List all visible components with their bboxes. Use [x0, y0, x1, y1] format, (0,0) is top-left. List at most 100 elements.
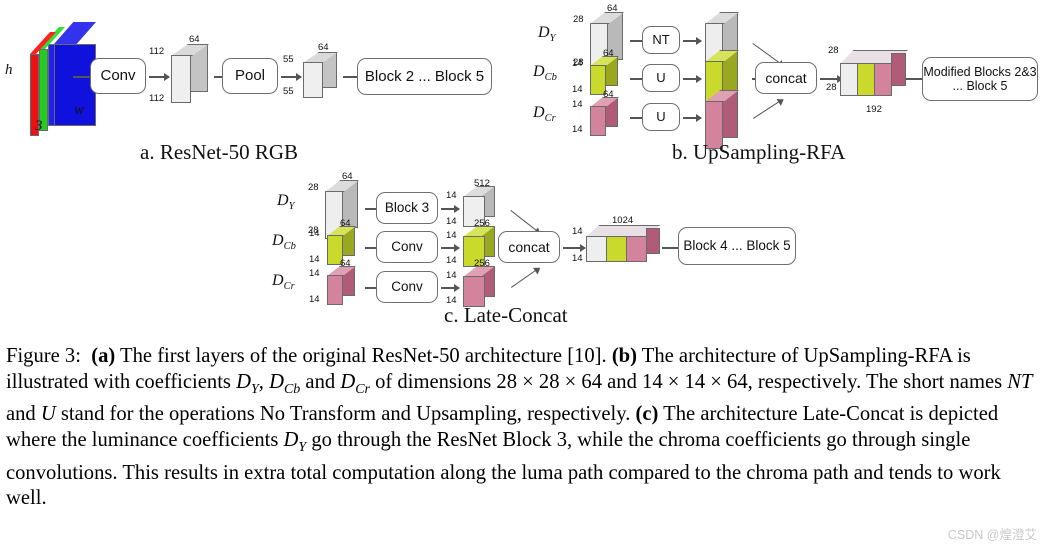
caption-dy-sym-2: DY	[283, 428, 307, 455]
arrow-c-conv-cr-out	[441, 284, 460, 291]
caption-nt: NT	[1007, 370, 1033, 393]
dcr-sym-b: D	[533, 104, 545, 121]
dim-55-bottom: 55	[283, 86, 294, 97]
out-b-luma	[840, 63, 858, 96]
out-c-luma	[586, 236, 607, 262]
label-depth-3: 3	[35, 118, 43, 134]
dim-c-dcr-w: 14	[309, 294, 320, 305]
node-u-cb-b[interactable]: U	[642, 64, 680, 92]
out-c-side	[646, 228, 660, 254]
out-b-side	[891, 53, 906, 86]
dcb-sub-b: Cb	[544, 72, 557, 84]
node-u-cr-b[interactable]: U	[642, 103, 680, 131]
modified-blocks-line1: Modified Blocks 2&3	[923, 64, 1037, 79]
label-dcb-c: DCb	[272, 232, 296, 252]
caption-dy-sym: DY	[236, 370, 259, 397]
dim-c-mid1-h: 14	[446, 230, 457, 241]
caption-dcb-sym: DCb	[269, 370, 301, 397]
input-dcr-volume-b	[585, 97, 625, 139]
rgb-blue-edge	[48, 44, 55, 126]
tensor-112-front	[171, 55, 191, 103]
dim-b-dcr-d: 64	[603, 89, 614, 100]
dcb-sym-b: D	[533, 63, 545, 80]
figure-3: h w 3 Conv 112 112 64 Pool 55 55 64 Bloc…	[0, 0, 1047, 549]
out-b-cb	[857, 63, 875, 96]
node-blocks-4-5-c[interactable]: Block 4 ... Block 5	[678, 227, 796, 265]
caption-label: Figure 3:	[6, 345, 81, 367]
dim-c-mid2-h: 14	[446, 270, 457, 281]
dim-c-mid0-h: 14	[446, 190, 457, 201]
dcr-front-b	[590, 106, 606, 136]
caption-a-tag: (a)	[91, 345, 116, 367]
output-volume-b	[838, 50, 908, 105]
dim-b-dcr-w: 14	[572, 124, 583, 135]
arrow-c-block3-out	[441, 205, 460, 212]
label-w: w	[74, 102, 85, 118]
dim-64-a1: 64	[189, 34, 200, 45]
arrow-pool-to-t2	[281, 73, 302, 80]
node-conv-a[interactable]: Conv	[90, 58, 146, 94]
node-concat-c[interactable]: concat	[498, 231, 560, 263]
dim-b-dcb-d: 64	[603, 48, 614, 59]
modified-blocks-line2: ... Block 5	[952, 79, 1008, 93]
output-volume-c	[584, 225, 664, 273]
out-c-cr	[626, 236, 647, 262]
rgb-blue-top	[54, 22, 96, 44]
node-conv-cr-c[interactable]: Conv	[376, 271, 438, 303]
dim-c-dy-d: 64	[342, 171, 353, 182]
input-dcr-volume-c	[322, 266, 362, 308]
dy-sub-c: Y	[288, 201, 295, 213]
dim-c-out-w: 14	[572, 253, 583, 264]
dim-c-dy-h: 28	[308, 182, 319, 193]
label-h: h	[5, 62, 13, 78]
dim-b-dy-d: 64	[607, 3, 618, 14]
dcr-sub-b: Cr	[544, 113, 556, 125]
node-block3-c[interactable]: Block 3	[376, 192, 438, 224]
dim-64-a2: 64	[318, 42, 329, 53]
dy-sym-c: D	[277, 192, 289, 209]
subcaption-b: b. UpSampling-RFA	[672, 140, 846, 164]
dcb-sub-c: Cb	[283, 241, 296, 253]
dim-c-mid0-w: 14	[446, 216, 457, 227]
tensor-55-front	[303, 62, 323, 98]
node-blocks-2-5[interactable]: Block 2 ... Block 5	[357, 58, 492, 95]
caption-b-text-5: and	[6, 403, 41, 426]
dim-b-dcr-h: 14	[572, 99, 583, 110]
caption-b-text-4: of dimensions 28 × 28 × 64 and 14 × 14 ×…	[369, 370, 1008, 393]
arrow-b-u-cb-out	[683, 75, 702, 82]
dim-c-out-d: 1024	[612, 215, 634, 226]
dcr-front-c	[327, 275, 343, 305]
node-nt-b[interactable]: NT	[642, 26, 680, 54]
arrow-conv-to-t1	[149, 73, 170, 80]
dim-b-out-w: 28	[826, 82, 837, 93]
node-pool-a[interactable]: Pool	[222, 58, 278, 94]
dim-c-dcb-w: 14	[309, 254, 320, 265]
node-modified-blocks-b[interactable]: Modified Blocks 2&3 ... Block 5	[922, 57, 1038, 101]
caption-b-text-6: stand for the operations No Transform an…	[55, 403, 636, 426]
arrow-c-concat-out	[563, 244, 586, 251]
out-b-cr	[874, 63, 892, 96]
subcaption-c: c. Late-Concat	[444, 303, 568, 327]
dim-c-dcb-d: 64	[340, 218, 351, 229]
caption-u: U	[40, 403, 56, 426]
label-dcr-b: DCr	[533, 104, 556, 124]
csdn-watermark: CSDN @煌澄艾	[947, 528, 1037, 542]
dim-55-top: 55	[283, 54, 294, 65]
dim-c-dcr-h: 14	[309, 268, 320, 279]
subcaption-a: a. ResNet-50 RGB	[140, 140, 299, 164]
label-dcb-b: DCb	[533, 63, 557, 83]
caption-b-text-3: and	[300, 370, 341, 393]
dim-b-dy-h: 28	[573, 14, 584, 25]
dim-c-mid0-d: 512	[474, 178, 490, 189]
node-conv-cb-c[interactable]: Conv	[376, 231, 438, 263]
label-dy-b: DY	[538, 24, 555, 44]
label-dy-c: DY	[277, 192, 294, 212]
dim-112-top: 112	[149, 46, 165, 57]
tensor-112-64	[168, 44, 210, 106]
caption-c-tag: (c)	[635, 403, 659, 426]
out-c-cb	[606, 236, 627, 262]
node-concat-b[interactable]: concat	[755, 62, 817, 94]
dim-b-out-h: 28	[828, 45, 839, 56]
dim-b-dcb-w: 14	[572, 84, 583, 95]
dim-b-out-d: 192	[866, 104, 882, 115]
